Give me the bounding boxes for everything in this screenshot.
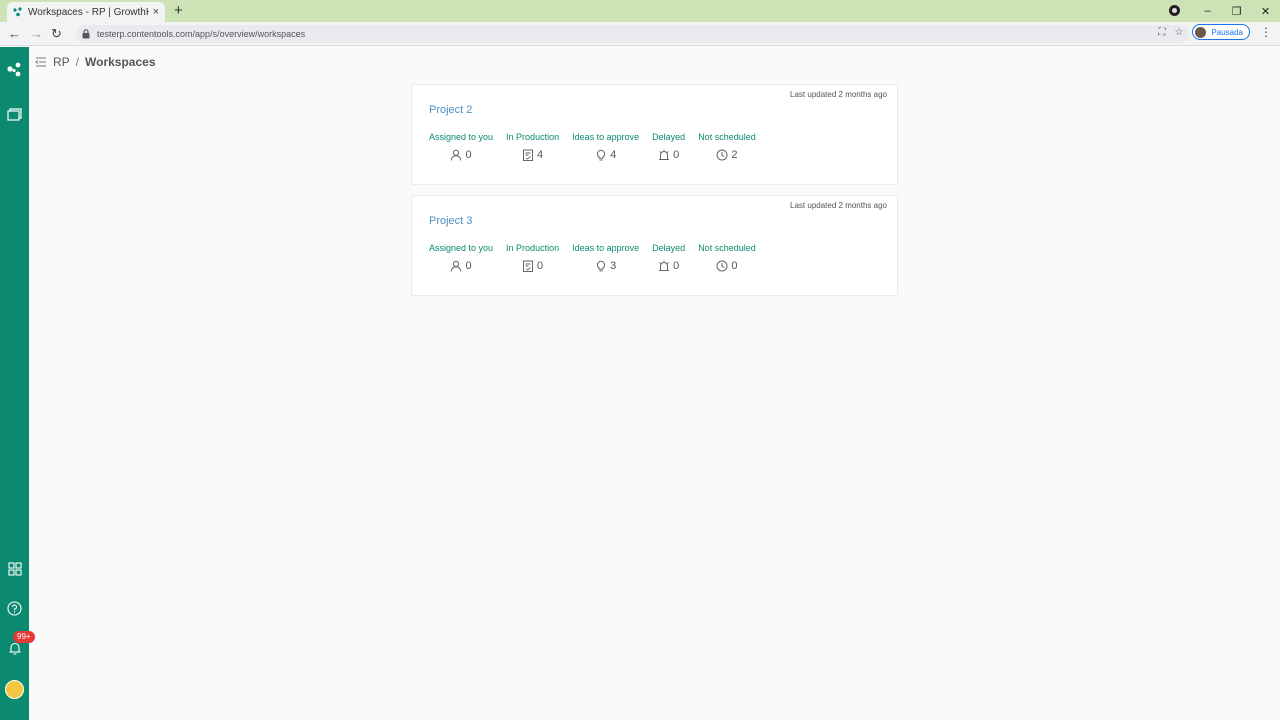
workspace-stat[interactable]: Delayed 0 bbox=[652, 132, 685, 161]
stat-value-group: 0 bbox=[716, 260, 738, 272]
workspace-stats: Assigned to you 0 In Production 0 Ideas … bbox=[429, 243, 769, 272]
reload-button[interactable]: ↻ bbox=[51, 26, 62, 42]
profile-label: Pausada bbox=[1211, 27, 1243, 37]
user-icon bbox=[450, 149, 465, 161]
stat-value-group: 4 bbox=[595, 149, 616, 161]
minimize-button[interactable]: – bbox=[1193, 5, 1222, 17]
stat-value: 0 bbox=[465, 149, 472, 161]
logo-icon[interactable] bbox=[6, 61, 23, 78]
workspace-stat[interactable]: Not scheduled 0 bbox=[698, 243, 756, 272]
workspace-stat[interactable]: In Production 0 bbox=[506, 243, 559, 272]
breadcrumb-separator: / bbox=[75, 55, 80, 69]
toolbar-right: ⛶ ☆ Pausada ⋮ bbox=[1158, 24, 1272, 40]
url-text: testerp.contentools.com/app/s/overview/w… bbox=[97, 29, 306, 39]
address-bar[interactable]: testerp.contentools.com/app/s/overview/w… bbox=[76, 25, 1189, 43]
clock-icon bbox=[716, 149, 731, 161]
workspace-stat[interactable]: Delayed 0 bbox=[652, 243, 685, 272]
stat-label: Ideas to approve bbox=[572, 132, 640, 142]
stat-value: 2 bbox=[731, 149, 738, 161]
stat-value-group: 4 bbox=[522, 149, 543, 161]
document-icon bbox=[522, 260, 537, 272]
workspace-stat[interactable]: Not scheduled 2 bbox=[698, 132, 756, 161]
stat-label: Assigned to you bbox=[429, 132, 494, 142]
browser-tab-bar: Workspaces - RP | GrowthH × + – ❐ ✕ bbox=[0, 0, 1280, 22]
alarm-icon bbox=[658, 260, 673, 272]
workspace-stat[interactable]: Ideas to approve 4 bbox=[572, 132, 639, 161]
user-avatar[interactable] bbox=[5, 680, 24, 699]
restore-button[interactable]: ❐ bbox=[1222, 5, 1251, 18]
stat-value: 0 bbox=[537, 260, 544, 272]
workspace-stat[interactable]: Assigned to you 0 bbox=[429, 132, 493, 161]
stat-label: Assigned to you bbox=[429, 243, 494, 253]
apps-grid-icon[interactable] bbox=[6, 560, 23, 577]
stat-label: Ideas to approve bbox=[572, 243, 640, 253]
stat-value: 0 bbox=[731, 260, 738, 272]
stat-value: 4 bbox=[610, 149, 617, 161]
translate-icon[interactable]: ⛶ bbox=[1158, 27, 1165, 38]
breadcrumb: RP / Workspaces bbox=[35, 55, 156, 69]
stat-value: 3 bbox=[610, 260, 617, 272]
stat-value-group: 0 bbox=[658, 149, 679, 161]
stat-value: 0 bbox=[465, 260, 472, 272]
workspace-stat[interactable]: Ideas to approve 3 bbox=[572, 243, 639, 272]
workspace-stat[interactable]: Assigned to you 0 bbox=[429, 243, 493, 272]
workspace-card[interactable]: Last updated 2 months ago Project 3 Assi… bbox=[411, 195, 898, 296]
workspace-card[interactable]: Last updated 2 months ago Project 2 Assi… bbox=[411, 84, 898, 185]
close-window-button[interactable]: ✕ bbox=[1251, 5, 1280, 18]
tab-title: Workspaces - RP | GrowthH bbox=[28, 6, 149, 18]
stat-label: Not scheduled bbox=[698, 132, 756, 142]
last-updated-text: Last updated 2 months ago bbox=[790, 201, 887, 210]
lightbulb-icon bbox=[595, 260, 610, 272]
tab-close-icon[interactable]: × bbox=[153, 6, 159, 18]
new-tab-button[interactable]: + bbox=[174, 3, 183, 19]
stat-label: In Production bbox=[506, 243, 560, 253]
browser-tab[interactable]: Workspaces - RP | GrowthH × bbox=[7, 2, 165, 22]
stat-label: Delayed bbox=[652, 243, 686, 253]
document-icon bbox=[522, 149, 537, 161]
lightbulb-icon bbox=[595, 149, 610, 161]
breadcrumb-root[interactable]: RP bbox=[53, 55, 70, 69]
breadcrumb-current: Workspaces bbox=[85, 55, 156, 69]
workspace-title-link[interactable]: Project 3 bbox=[429, 215, 472, 227]
window-controls: – ❐ ✕ bbox=[1193, 0, 1280, 22]
stat-value: 0 bbox=[673, 149, 680, 161]
browser-toolbar: ← → ↻ testerp.contentools.com/app/s/over… bbox=[0, 22, 1280, 46]
forward-button[interactable]: → bbox=[30, 26, 43, 42]
lock-icon bbox=[82, 29, 91, 39]
stat-label: Delayed bbox=[652, 132, 686, 142]
workspace-title-link[interactable]: Project 2 bbox=[429, 104, 472, 116]
stat-value-group: 3 bbox=[595, 260, 616, 272]
bookmark-star-icon[interactable]: ☆ bbox=[1174, 27, 1183, 38]
favicon-icon bbox=[13, 7, 23, 17]
extension-icon[interactable] bbox=[1169, 5, 1180, 16]
browser-menu-icon[interactable]: ⋮ bbox=[1260, 25, 1272, 39]
workspace-stat[interactable]: In Production 4 bbox=[506, 132, 559, 161]
stat-label: Not scheduled bbox=[698, 243, 756, 253]
last-updated-text: Last updated 2 months ago bbox=[790, 90, 887, 99]
notification-badge: 99+ bbox=[13, 631, 35, 643]
workspace-stats: Assigned to you 0 In Production 4 Ideas … bbox=[429, 132, 769, 161]
stat-value-group: 0 bbox=[522, 260, 543, 272]
stat-value: 0 bbox=[673, 260, 680, 272]
clock-icon bbox=[716, 260, 731, 272]
help-icon[interactable] bbox=[6, 600, 23, 617]
stat-value-group: 0 bbox=[658, 260, 679, 272]
profile-button[interactable]: Pausada bbox=[1192, 24, 1250, 40]
user-icon bbox=[450, 260, 465, 272]
stat-value-group: 0 bbox=[450, 260, 472, 272]
stat-value-group: 0 bbox=[450, 149, 472, 161]
back-button[interactable]: ← bbox=[8, 26, 21, 42]
app-sidebar: 99+ bbox=[0, 47, 35, 720]
profile-avatar bbox=[1195, 26, 1207, 38]
stat-value-group: 2 bbox=[716, 149, 738, 161]
stat-value: 4 bbox=[537, 149, 544, 161]
stat-label: In Production bbox=[506, 132, 560, 142]
alarm-icon bbox=[658, 149, 673, 161]
workspaces-icon[interactable] bbox=[6, 105, 23, 122]
collapse-menu-icon[interactable] bbox=[35, 57, 47, 67]
